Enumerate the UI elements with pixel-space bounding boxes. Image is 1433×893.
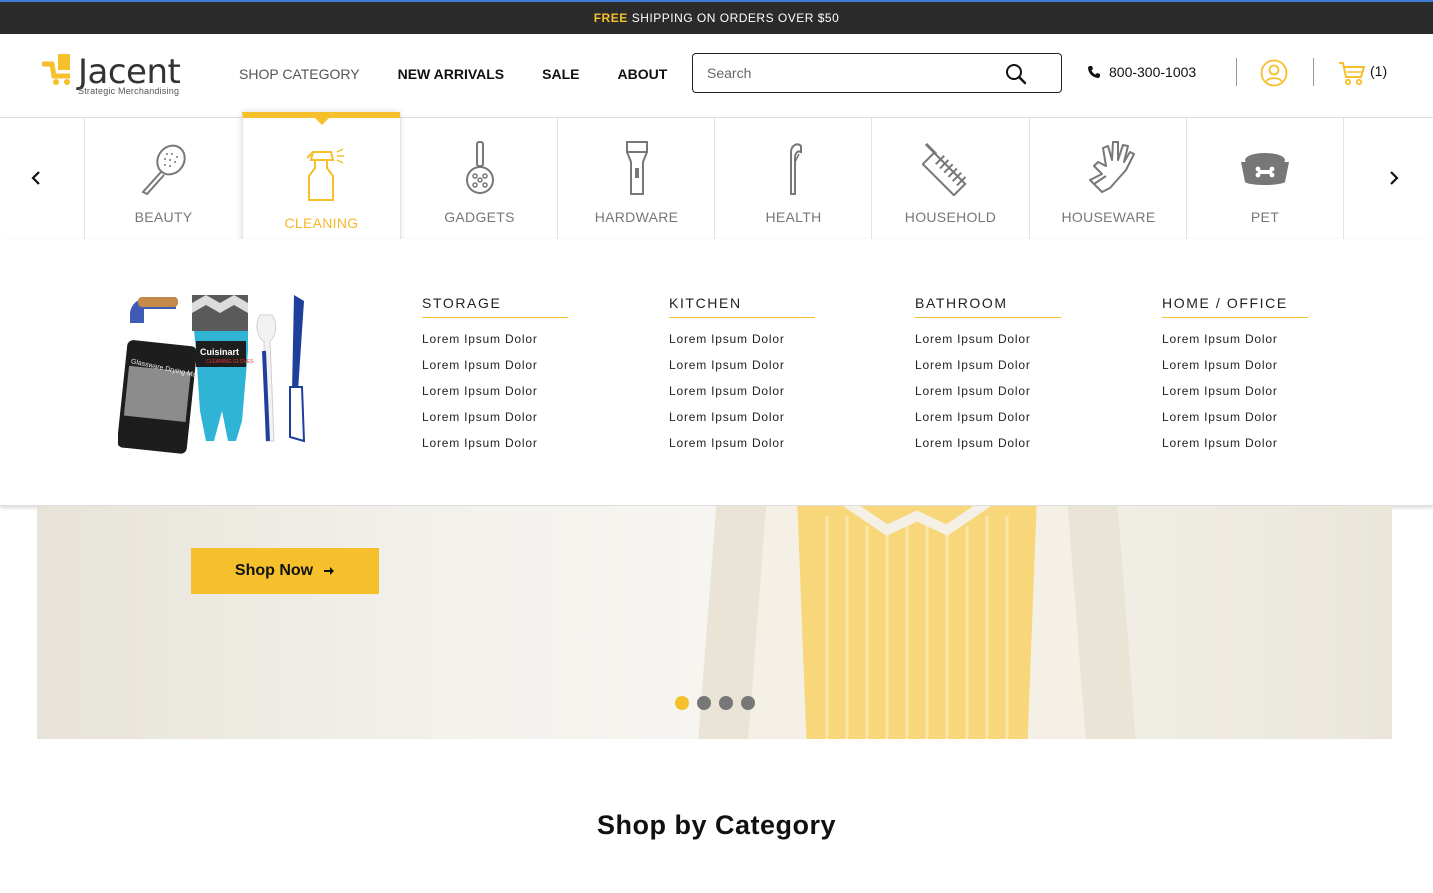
logo-cart-icon: [42, 54, 70, 85]
menu-link[interactable]: Lorem Ipsum Dolor: [669, 384, 819, 410]
spray-bottle-icon: [305, 148, 344, 201]
phone-number: 800-300-1003: [1109, 64, 1197, 80]
nav-shop-category[interactable]: SHOP CATEGORY: [239, 66, 360, 82]
search-icon[interactable]: [1005, 63, 1027, 85]
menu-link[interactable]: Lorem Ipsum Dolor: [1162, 332, 1312, 358]
menu-link[interactable]: Lorem Ipsum Dolor: [915, 436, 1065, 462]
menu-link[interactable]: Lorem Ipsum Dolor: [669, 358, 819, 384]
menu-link[interactable]: Lorem Ipsum Dolor: [422, 384, 572, 410]
category-houseware[interactable]: HOUSEWARE: [1029, 118, 1187, 239]
search-box: [692, 53, 1062, 93]
category-label: GADGETS: [444, 209, 515, 225]
category-gadgets[interactable]: GADGETS: [400, 118, 558, 239]
logo-tagline: Strategic Merchandising: [78, 86, 180, 96]
promo-text: SHIPPING ON ORDERS OVER $50: [631, 11, 840, 25]
menu-link[interactable]: Lorem Ipsum Dolor: [422, 410, 572, 436]
menu-link[interactable]: Lorem Ipsum Dolor: [915, 384, 1065, 410]
arrow-right-icon: [324, 567, 335, 575]
menu-link[interactable]: Lorem Ipsum Dolor: [1162, 358, 1312, 384]
slide-indicators: [675, 696, 755, 710]
shop-now-label: Shop Now: [234, 562, 314, 579]
menu-link[interactable]: Lorem Ipsum Dolor: [915, 358, 1065, 384]
header-divider: [1313, 58, 1314, 86]
floss-pick-icon: [789, 143, 802, 195]
cleaning-products-image: Glassware Drying Mat Cuisinart CLEANING …: [118, 295, 306, 454]
menu-link[interactable]: Lorem Ipsum Dolor: [669, 410, 819, 436]
menu-column-title: KITCHEN: [669, 295, 815, 318]
chevron-left-icon[interactable]: [26, 168, 46, 188]
category-label: HEALTH: [765, 209, 822, 225]
menu-column-storage: STORAGE Lorem Ipsum Dolor Lorem Ipsum Do…: [422, 295, 572, 462]
mega-menu: Glassware Drying Mat Cuisinart CLEANING …: [0, 239, 1433, 506]
nav-about[interactable]: ABOUT: [618, 66, 668, 82]
menu-link[interactable]: Lorem Ipsum Dolor: [1162, 436, 1312, 462]
category-label: CLEANING: [284, 215, 359, 231]
slide-dot-2[interactable]: [697, 696, 711, 710]
grater-icon: [921, 142, 967, 196]
shop-now-button[interactable]: Shop Now: [191, 548, 379, 594]
menu-column-title: STORAGE: [422, 295, 568, 318]
menu-link[interactable]: Lorem Ipsum Dolor: [422, 358, 572, 384]
category-health[interactable]: HEALTH: [714, 118, 872, 239]
slide-dot-3[interactable]: [719, 696, 733, 710]
menu-column-kitchen: KITCHEN Lorem Ipsum Dolor Lorem Ipsum Do…: [669, 295, 819, 462]
nav-sale[interactable]: SALE: [542, 66, 579, 82]
site-header: Jacent Strategic Merchandising SHOP CATE…: [0, 34, 1433, 118]
menu-link[interactable]: Lorem Ipsum Dolor: [669, 436, 819, 462]
menu-link[interactable]: Lorem Ipsum Dolor: [915, 332, 1065, 358]
category-label: HOUSEHOLD: [904, 209, 997, 225]
cart-icon[interactable]: [1338, 60, 1366, 86]
product-sub: CLEANING GLOVES: [206, 359, 254, 365]
menu-link[interactable]: Lorem Ipsum Dolor: [915, 410, 1065, 436]
promo-bar: FREE SHIPPING ON ORDERS OVER $50: [0, 0, 1433, 34]
section-title: Shop by Category: [596, 810, 837, 840]
menu-link[interactable]: Lorem Ipsum Dolor: [669, 332, 819, 358]
main-nav: SHOP CATEGORY NEW ARRIVALS SALE ABOUT: [239, 66, 667, 82]
category-hardware[interactable]: HARDWARE: [557, 118, 715, 239]
category-carousel: BEAUTY CLEANING GADGETS HARDWARE HEALTH …: [0, 112, 1433, 245]
menu-link[interactable]: Lorem Ipsum Dolor: [1162, 410, 1312, 436]
product-brand: Cuisinart: [200, 347, 239, 357]
menu-column-title: BATHROOM: [915, 295, 1061, 318]
menu-link[interactable]: Lorem Ipsum Dolor: [422, 436, 572, 462]
menu-column-home-office: HOME / OFFICE Lorem Ipsum Dolor Lorem Ip…: [1162, 295, 1312, 462]
glove-icon: [1088, 141, 1135, 193]
hairbrush-icon: [140, 144, 186, 196]
category-label: PET: [1250, 209, 1280, 225]
menu-link[interactable]: Lorem Ipsum Dolor: [422, 332, 572, 358]
category-cleaning[interactable]: CLEANING: [242, 112, 400, 245]
search-input[interactable]: [707, 54, 997, 92]
chevron-right-icon[interactable]: [1384, 168, 1404, 188]
flashlight-icon: [625, 141, 648, 195]
menu-column-bathroom: BATHROOM Lorem Ipsum Dolor Lorem Ipsum D…: [915, 295, 1065, 462]
hero-banner: Shop Now: [37, 506, 1392, 739]
cart-count: (1): [1370, 63, 1388, 79]
kitchen-gadget-icon: [465, 141, 494, 194]
account-icon[interactable]: [1260, 59, 1288, 87]
header-divider: [1236, 58, 1237, 86]
logo[interactable]: Jacent Strategic Merchandising: [36, 48, 196, 100]
category-label: BEAUTY: [134, 209, 193, 225]
nav-new-arrivals[interactable]: NEW ARRIVALS: [398, 66, 505, 82]
slide-dot-4[interactable]: [741, 696, 755, 710]
menu-column-title: HOME / OFFICE: [1162, 295, 1308, 318]
promo-free: FREE: [593, 11, 628, 25]
category-pet[interactable]: PET: [1186, 118, 1344, 239]
pet-bowl-icon: [1241, 153, 1289, 185]
slide-dot-1[interactable]: [675, 696, 689, 710]
category-label: HOUSEWARE: [1061, 209, 1156, 225]
category-beauty[interactable]: BEAUTY: [84, 118, 242, 239]
category-household[interactable]: HOUSEHOLD: [871, 118, 1029, 239]
phone-icon: [1088, 66, 1100, 78]
active-notch: [313, 117, 330, 125]
phone-link[interactable]: 800-300-1003: [1087, 64, 1196, 80]
category-label: HARDWARE: [594, 209, 679, 225]
menu-link[interactable]: Lorem Ipsum Dolor: [1162, 384, 1312, 410]
